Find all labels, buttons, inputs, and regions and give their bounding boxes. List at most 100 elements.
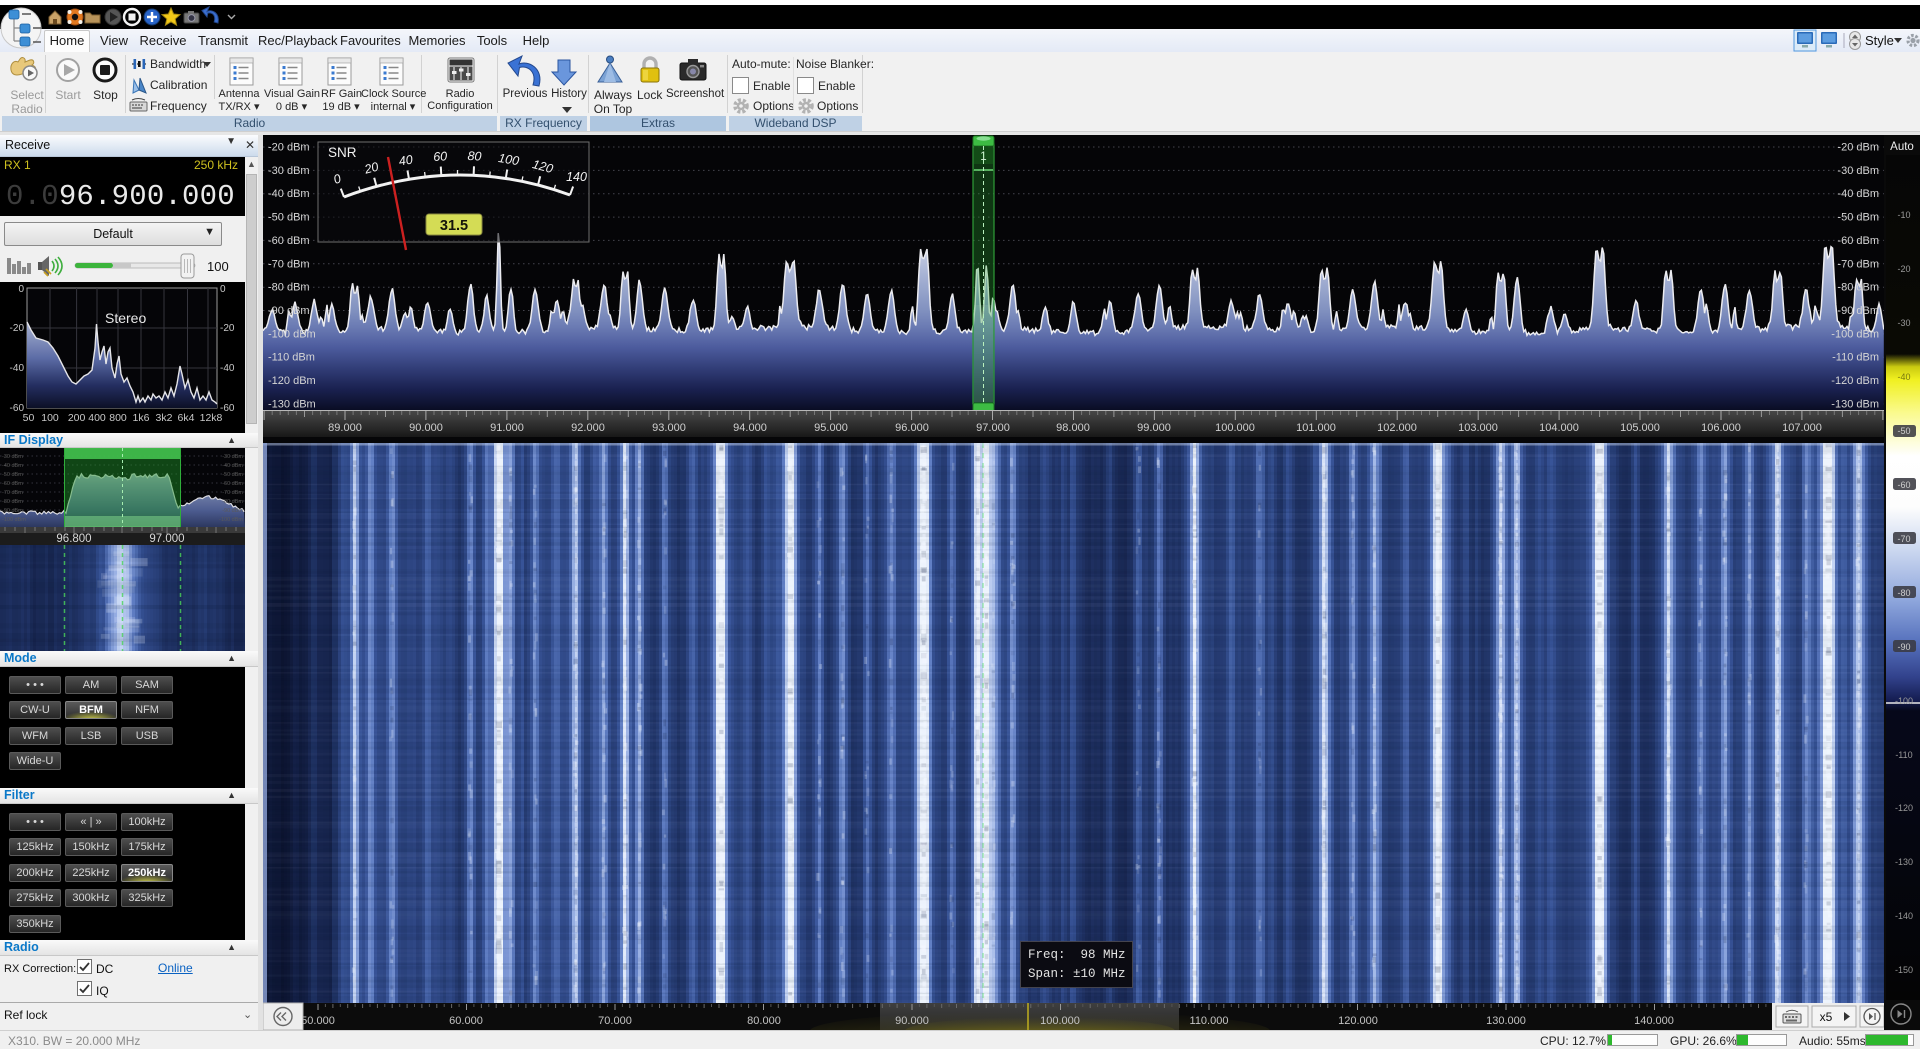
svg-text:0: 0	[220, 284, 226, 295]
svg-text:93.000: 93.000	[652, 422, 686, 434]
svg-text:-90 dBm: -90 dBm	[2, 508, 23, 514]
svg-text:-90 dBm: -90 dBm	[1837, 305, 1879, 317]
svg-text:105.000: 105.000	[1620, 422, 1660, 434]
svg-text:-50 dBm: -50 dBm	[222, 472, 243, 478]
svg-text:100: 100	[207, 259, 229, 274]
svg-text:400: 400	[88, 412, 106, 424]
svg-text:95.000: 95.000	[814, 422, 848, 434]
svg-text:3k2: 3k2	[156, 412, 173, 424]
svg-text:90.000: 90.000	[895, 1015, 929, 1027]
svg-text:-130 dBm: -130 dBm	[268, 399, 316, 411]
svg-text:-20: -20	[220, 323, 235, 334]
svg-text:-90 dBm: -90 dBm	[222, 508, 243, 514]
svg-text:-110: -110	[1895, 750, 1912, 760]
svg-text:80: 80	[467, 149, 482, 164]
svg-text:94.000: 94.000	[733, 422, 767, 434]
svg-text:-20: -20	[1897, 264, 1910, 274]
svg-text:140.000: 140.000	[1634, 1015, 1674, 1027]
svg-text:-100 dBm: -100 dBm	[2, 517, 26, 523]
svg-text:-40 dBm: -40 dBm	[2, 463, 23, 469]
svg-text:60: 60	[433, 149, 448, 164]
svg-text:6k4: 6k4	[178, 412, 195, 424]
svg-text:140: 140	[566, 170, 587, 184]
svg-text:102.000: 102.000	[1377, 422, 1417, 434]
svg-text:-70: -70	[1897, 534, 1910, 544]
svg-text:-120: -120	[1895, 803, 1913, 813]
svg-text:104.000: 104.000	[1539, 422, 1579, 434]
svg-text:31.5: 31.5	[440, 218, 468, 234]
svg-text:-150: -150	[1895, 965, 1913, 975]
svg-text:-70 dBm: -70 dBm	[222, 490, 243, 496]
svg-text:-40: -40	[1897, 372, 1910, 382]
svg-text:106.000: 106.000	[1701, 422, 1741, 434]
svg-text:-40: -40	[10, 363, 25, 374]
svg-text:-50 dBm: -50 dBm	[1837, 212, 1879, 224]
svg-text:97.000: 97.000	[149, 533, 184, 545]
svg-text:x5: x5	[1820, 1010, 1833, 1024]
svg-text:-60 dBm: -60 dBm	[222, 481, 243, 487]
svg-text:-60 dBm: -60 dBm	[268, 235, 310, 247]
svg-text:101.000: 101.000	[1296, 422, 1336, 434]
svg-text:97.000: 97.000	[976, 422, 1010, 434]
svg-text:-50 dBm: -50 dBm	[268, 212, 310, 224]
svg-text:SNR: SNR	[328, 145, 357, 160]
svg-text:50: 50	[23, 412, 35, 424]
svg-text:200: 200	[68, 412, 86, 424]
svg-text:-60 dBm: -60 dBm	[2, 481, 23, 487]
svg-text:-30 dBm: -30 dBm	[222, 454, 243, 460]
svg-text:-30 dBm: -30 dBm	[1837, 165, 1879, 177]
svg-text:-30 dBm: -30 dBm	[268, 165, 310, 177]
svg-text:40: 40	[398, 152, 414, 168]
svg-text:-80: -80	[1897, 588, 1910, 598]
svg-text:60.000: 60.000	[449, 1015, 483, 1027]
svg-text:-10: -10	[1897, 210, 1910, 220]
svg-text:-100 dBm: -100 dBm	[268, 328, 316, 340]
svg-text:-110 dBm: -110 dBm	[1832, 352, 1879, 364]
svg-text:-80 dBm: -80 dBm	[268, 282, 310, 294]
svg-text:-40 dBm: -40 dBm	[1837, 188, 1879, 200]
svg-text:130.000: 130.000	[1486, 1015, 1526, 1027]
svg-text:-110 dBm: -110 dBm	[268, 352, 315, 364]
svg-text:-100 dBm: -100 dBm	[219, 517, 243, 523]
svg-text:89.000: 89.000	[328, 422, 362, 434]
svg-text:-40 dBm: -40 dBm	[222, 463, 243, 469]
svg-text:-80 dBm: -80 dBm	[2, 499, 23, 505]
svg-text:99.000: 99.000	[1137, 422, 1171, 434]
svg-text:-20 dBm: -20 dBm	[1837, 142, 1879, 154]
svg-text:-70 dBm: -70 dBm	[1837, 258, 1879, 270]
svg-text:-80 dBm: -80 dBm	[1837, 282, 1879, 294]
svg-text:-120 dBm: -120 dBm	[1831, 375, 1879, 387]
svg-text:1k6: 1k6	[133, 412, 150, 424]
svg-text:100.000: 100.000	[1215, 422, 1255, 434]
svg-text:92.000: 92.000	[571, 422, 605, 434]
svg-text:-100: -100	[1895, 696, 1913, 706]
svg-text:50.000: 50.000	[301, 1015, 335, 1027]
svg-text:-90 dBm: -90 dBm	[268, 305, 310, 317]
svg-text:-130 dBm: -130 dBm	[1831, 399, 1879, 411]
svg-text:-30: -30	[1897, 318, 1910, 328]
svg-text:-70 dBm: -70 dBm	[268, 258, 310, 270]
svg-text:-60: -60	[1897, 480, 1910, 490]
svg-text:-70 dBm: -70 dBm	[2, 490, 23, 496]
svg-text:120.000: 120.000	[1338, 1015, 1378, 1027]
svg-text:70.000: 70.000	[598, 1015, 632, 1027]
svg-text:Auto: Auto	[1890, 141, 1914, 153]
svg-text:90.000: 90.000	[409, 422, 443, 434]
svg-text:Style: Style	[1865, 33, 1894, 48]
svg-text:100: 100	[41, 412, 59, 424]
svg-text:-120 dBm: -120 dBm	[268, 375, 316, 387]
svg-text:Stereo: Stereo	[105, 310, 146, 326]
svg-text:-80 dBm: -80 dBm	[222, 499, 243, 505]
svg-text:-20 dBm: -20 dBm	[268, 142, 310, 154]
svg-text:-100 dBm: -100 dBm	[1831, 328, 1879, 340]
svg-text:-50 dBm: -50 dBm	[2, 472, 23, 478]
svg-text:107.000: 107.000	[1782, 422, 1822, 434]
svg-text:-30 dBm: -30 dBm	[2, 454, 23, 460]
svg-text:-60 dBm: -60 dBm	[1837, 235, 1879, 247]
svg-text:12k8: 12k8	[200, 412, 223, 424]
svg-text:100.000: 100.000	[1040, 1015, 1080, 1027]
svg-text:98.000: 98.000	[1056, 422, 1090, 434]
svg-text:-40 dBm: -40 dBm	[268, 188, 310, 200]
svg-text:0: 0	[18, 284, 24, 295]
svg-text:-140: -140	[1895, 911, 1913, 921]
